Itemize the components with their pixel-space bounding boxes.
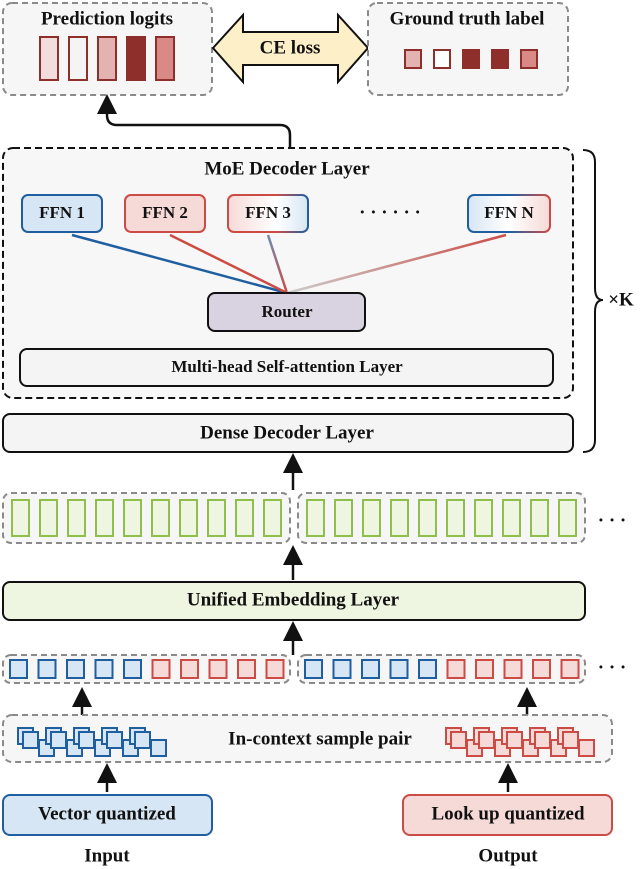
output-token	[560, 659, 580, 679]
embedding-token	[530, 499, 549, 537]
blue-context-patch	[150, 739, 167, 757]
logit-bar	[39, 36, 59, 81]
embedding-token	[179, 499, 198, 537]
red-context-patch	[450, 731, 467, 749]
label-square	[462, 49, 480, 69]
embedding-token	[390, 499, 409, 537]
embedding-token	[446, 499, 465, 537]
input-token	[94, 659, 114, 679]
blue-context-patch	[78, 731, 95, 749]
blue-context-patch	[22, 731, 39, 749]
embedding-label: Unified Embedding Layer	[187, 589, 400, 610]
input-token	[418, 659, 437, 679]
embedding-token	[67, 499, 86, 537]
dense-decoder-label: Dense Decoder Layer	[200, 422, 374, 443]
ground-truth-title: Ground truth label	[390, 8, 545, 29]
embedding-token	[306, 499, 325, 537]
ffn-1-label: FFN 1	[39, 203, 85, 222]
input-token	[361, 659, 380, 679]
output-token	[475, 659, 494, 679]
input-token	[9, 659, 28, 679]
output-token	[503, 659, 523, 679]
ffn-3-label: FFN 3	[245, 203, 291, 222]
output-token	[151, 659, 171, 679]
embedding-token	[95, 499, 114, 537]
embedding-token	[39, 499, 58, 537]
embedding-token	[362, 499, 381, 537]
red-context-patch	[562, 731, 579, 749]
ffn-n-label: FFN N	[484, 203, 534, 222]
embedding-token	[263, 499, 282, 537]
embedding-token	[558, 499, 577, 537]
label-square	[491, 49, 509, 69]
label-square	[520, 49, 538, 69]
input-token	[304, 659, 323, 679]
embedding-token	[207, 499, 226, 537]
ce-loss-label: CE loss	[260, 37, 321, 58]
ffn-2-label: FFN 2	[142, 203, 188, 222]
embedding-token	[334, 499, 353, 537]
embedding-token	[418, 499, 437, 537]
logit-bar	[155, 36, 175, 81]
logit-bar	[97, 36, 117, 81]
output-token	[237, 659, 256, 679]
ffn-ellipsis: · · · · · ·	[359, 202, 421, 223]
output-arrow	[97, 94, 292, 148]
blue-context-patch	[106, 731, 123, 749]
input-label: Input	[84, 845, 130, 866]
red-context-patch	[578, 739, 595, 757]
red-context-patch	[534, 731, 551, 749]
red-context-patch	[478, 731, 495, 749]
input-token	[332, 659, 352, 679]
output-token	[180, 659, 199, 679]
green-ellipsis: · · ·	[598, 510, 627, 531]
embedding-token	[151, 499, 170, 537]
label-square	[404, 49, 422, 69]
output-token	[446, 659, 466, 679]
repeat-label: ×K	[608, 289, 634, 310]
repeat-brace	[582, 149, 604, 453]
embedding-token	[474, 499, 493, 537]
output-token	[265, 659, 285, 679]
input-token	[66, 659, 85, 679]
vector-quantized-label: Vector quantized	[38, 803, 176, 824]
output-token	[208, 659, 228, 679]
input-token	[123, 659, 142, 679]
moe-diagram: Prediction logits CE loss Ground truth l…	[2, 2, 634, 866]
in-context-label: In-context sample pair	[228, 728, 412, 749]
output-token	[532, 659, 551, 679]
attention-label: Multi-head Self-attention Layer	[171, 357, 403, 376]
blue-context-patch	[134, 731, 151, 749]
red-context-patch	[506, 731, 523, 749]
input-token	[389, 659, 409, 679]
moe-title: MoE Decoder Layer	[204, 158, 370, 179]
blue-context-patch	[50, 731, 67, 749]
lookup-quantized-label: Look up quantized	[431, 803, 585, 824]
token-ellipsis: · · ·	[598, 657, 627, 678]
input-token	[37, 659, 57, 679]
output-label: Output	[478, 845, 538, 866]
embedding-token	[11, 499, 30, 537]
router-label: Router	[262, 302, 313, 321]
prediction-logits-title: Prediction logits	[41, 8, 173, 29]
embedding-token	[123, 499, 142, 537]
embedding-token	[502, 499, 521, 537]
logit-bar	[126, 36, 146, 81]
embedding-token	[235, 499, 254, 537]
label-square	[433, 49, 451, 69]
logit-bar	[68, 36, 88, 81]
